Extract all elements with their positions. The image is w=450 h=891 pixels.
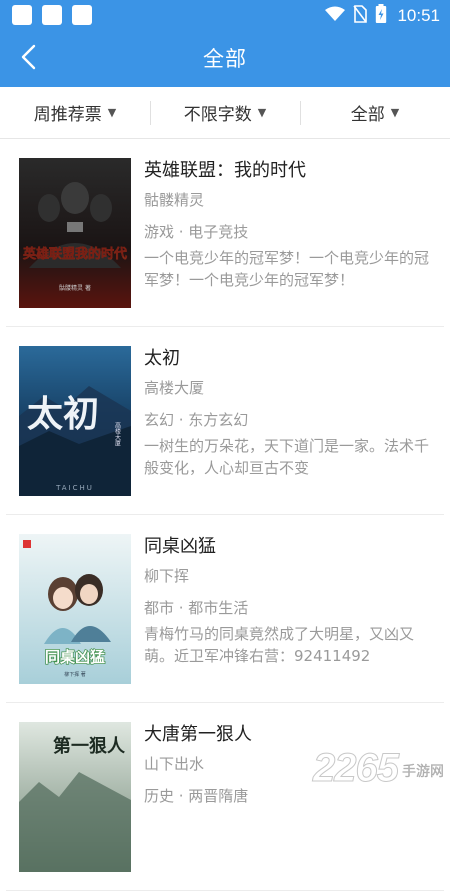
watermark-logo: 2265 手游网 xyxy=(313,746,444,791)
filter-label: 全部 xyxy=(351,100,385,125)
book-title: 太初 xyxy=(144,345,434,373)
clock: 10:51 xyxy=(397,6,440,26)
cover-author-text: 高楼大厦 xyxy=(114,421,121,446)
book-info: 太初 高楼大厦 玄幻 · 东方玄幻 一树生的万朵花，天下道门是一家。法术千般变化… xyxy=(144,345,434,479)
book-category: 玄幻 · 东方玄幻 xyxy=(144,409,434,431)
page-title: 全部 xyxy=(0,31,450,87)
book-author: 骷髅精灵 xyxy=(144,189,434,211)
cover-title-text: 同桌凶猛 xyxy=(45,648,105,666)
watermark-text: 手游网 xyxy=(402,761,444,781)
book-list-item[interactable]: 太初 高楼大厦 TAICHU 太初 高楼大厦 玄幻 · 东方玄幻 一树生的万朵花… xyxy=(6,327,444,515)
status-bar: 10:51 xyxy=(0,0,450,31)
book-list-item[interactable]: 同桌凶猛 柳下挥 著 同桌凶猛 柳下挥 都市 · 都市生活 青梅竹马的同桌竟然成… xyxy=(6,515,444,703)
cover-author-text: 骷髅精灵 著 xyxy=(59,284,91,292)
no-sim-icon xyxy=(353,5,367,27)
book-category: 都市 · 都市生活 xyxy=(144,597,434,619)
book-author: 柳下挥 xyxy=(144,565,434,587)
book-info: 同桌凶猛 柳下挥 都市 · 都市生活 青梅竹马的同桌竟然成了大明星，又凶又萌。近… xyxy=(144,533,434,667)
book-info: 英雄联盟：我的时代 骷髅精灵 游戏 · 电子竞技 一个电竞少年的冠军梦！一个电竞… xyxy=(144,157,434,291)
cover-title-text: 太初 xyxy=(27,393,99,435)
book-title: 同桌凶猛 xyxy=(144,533,434,561)
filter-wordcount-dropdown[interactable]: 不限字数 ▼ xyxy=(150,87,300,139)
book-list-item[interactable]: 英雄联盟我的时代 骷髅精灵 著 英雄联盟：我的时代 骷髅精灵 游戏 · 电子竞技… xyxy=(6,139,444,327)
filter-status-dropdown[interactable]: 全部 ▼ xyxy=(300,87,450,139)
wifi-icon xyxy=(325,6,345,26)
book-description: 一树生的万朵花，天下道门是一家。法术千般变化，人心却亘古不变 xyxy=(144,435,434,479)
battery-icon xyxy=(375,4,387,28)
caret-down-icon: ▼ xyxy=(108,106,116,119)
book-list-item[interactable]: 第一狠人 大唐第一狠人 山下出水 历史 · 两晋隋唐 xyxy=(6,703,444,891)
filter-label: 不限字数 xyxy=(184,100,252,125)
book-author: 高楼大厦 xyxy=(144,377,434,399)
book-category: 游戏 · 电子竞技 xyxy=(144,221,434,243)
cover-title-text: 英雄联盟我的时代 xyxy=(22,246,127,262)
book-cover: 太初 高楼大厦 TAICHU xyxy=(19,346,131,496)
book-title: 英雄联盟：我的时代 xyxy=(144,157,434,185)
book-title: 大唐第一狠人 xyxy=(144,721,434,749)
filter-bar: 周推荐票 ▼ 不限字数 ▼ 全部 ▼ xyxy=(0,87,450,139)
caret-down-icon: ▼ xyxy=(258,106,266,119)
app-bar: 全部 xyxy=(0,31,450,87)
watermark-number: 2265 xyxy=(313,746,398,791)
book-cover: 同桌凶猛 柳下挥 著 xyxy=(19,534,131,684)
cover-author-text: 柳下挥 著 xyxy=(64,671,86,678)
filter-label: 周推荐票 xyxy=(34,100,102,125)
notification-icon xyxy=(42,5,62,25)
caret-down-icon: ▼ xyxy=(391,106,399,119)
cover-subtitle-text: TAICHU xyxy=(55,484,94,492)
book-description: 青梅竹马的同桌竟然成了大明星，又凶又萌。近卫军冲锋右营：92411492 xyxy=(144,623,434,667)
cover-title-text: 第一狠人 xyxy=(53,735,126,757)
book-cover: 第一狠人 xyxy=(19,722,131,872)
filter-sort-dropdown[interactable]: 周推荐票 ▼ xyxy=(0,87,150,139)
notification-icon xyxy=(12,5,32,25)
book-cover: 英雄联盟我的时代 骷髅精灵 著 xyxy=(19,158,131,308)
notification-icon xyxy=(72,5,92,25)
book-description: 一个电竞少年的冠军梦！一个电竞少年的冠军梦！一个电竞少年的冠军梦！ xyxy=(144,247,434,291)
